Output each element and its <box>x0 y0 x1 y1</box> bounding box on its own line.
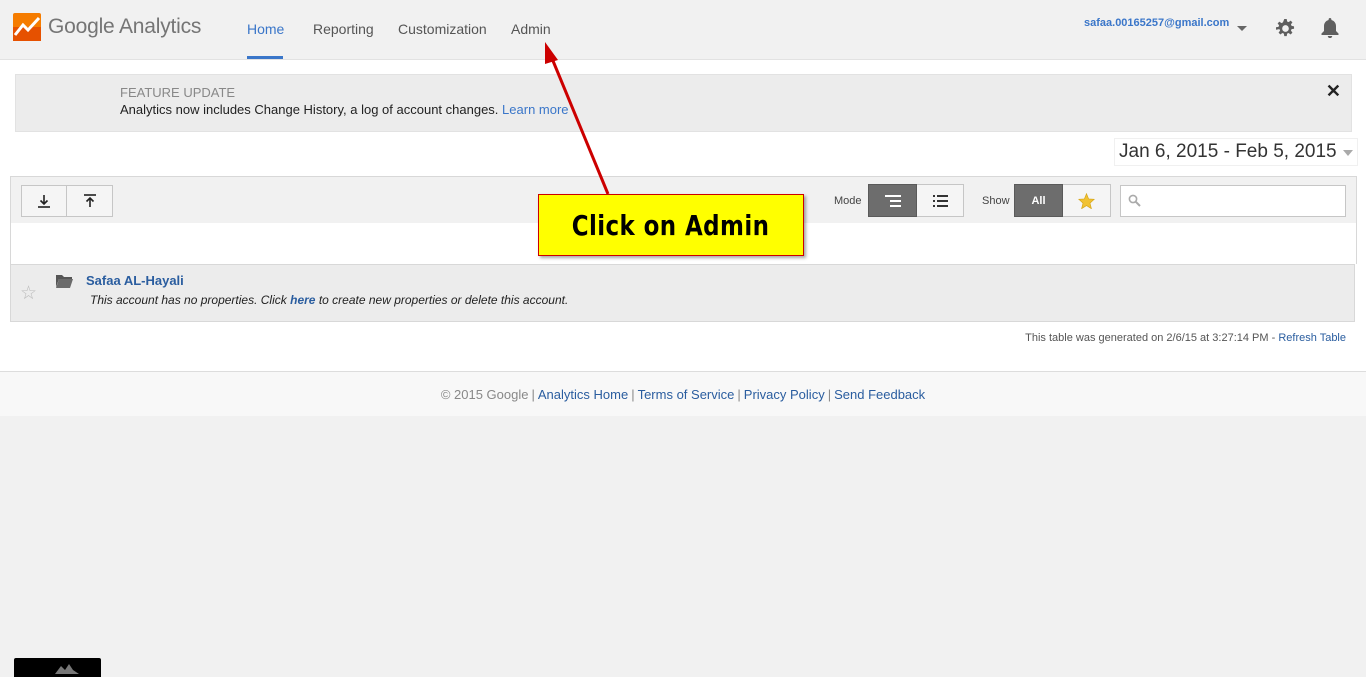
account-row[interactable]: ☆ Safaa AL-Hayali This account has no pr… <box>10 264 1355 322</box>
upload-icon <box>83 194 96 207</box>
star-icon <box>1078 192 1095 209</box>
notifications-bell-icon[interactable] <box>1321 18 1339 43</box>
search-icon <box>1128 194 1141 207</box>
mode-toggle <box>868 184 964 217</box>
star-outline-icon[interactable]: ☆ <box>20 282 37 305</box>
download-icon <box>38 195 50 208</box>
banner-kicker: FEATURE UPDATE <box>120 85 236 100</box>
search-input[interactable] <box>1147 190 1341 214</box>
account-desc-after: to create new properties or delete this … <box>318 293 569 307</box>
annotation-text: Click on Admin <box>572 208 770 242</box>
search-box[interactable] <box>1120 185 1346 217</box>
show-label: Show <box>982 195 1010 207</box>
account-desc-before: This account has no properties. Click <box>90 293 287 307</box>
mode-list-button[interactable] <box>917 184 964 217</box>
table-generated-note: This table was generated on 2/6/15 at 3:… <box>1025 332 1346 344</box>
footer-privacy-link[interactable]: Privacy Policy <box>744 387 825 402</box>
generated-text: This table was generated on 2/6/15 at 3:… <box>1025 332 1276 344</box>
footer: © 2015 Google | Analytics Home | Terms of Se… <box>0 372 1366 416</box>
footer-links: © 2015 Google | Analytics Home | Terms of Se… <box>0 372 1366 402</box>
analytics-logo-icon <box>13 13 41 41</box>
mode-hierarchy-button[interactable] <box>868 184 917 217</box>
taskbar-fragment <box>14 658 101 677</box>
banner-text: Analytics now includes Change History, a… <box>120 102 569 117</box>
footer-separator: | <box>631 387 635 402</box>
google-analytics-logo[interactable]: Google Analytics <box>13 13 201 41</box>
hierarchy-view-icon <box>884 194 901 207</box>
download-button[interactable] <box>21 185 67 217</box>
footer-copyright: © 2015 Google <box>440 387 529 402</box>
learn-more-link[interactable]: Learn more <box>502 102 568 117</box>
close-icon[interactable]: ✕ <box>1326 81 1341 102</box>
footer-terms-link[interactable]: Terms of Service <box>638 387 735 402</box>
list-view-icon <box>932 194 948 207</box>
chevron-down-icon <box>1342 150 1353 156</box>
upload-button[interactable] <box>67 185 113 217</box>
nav-customization[interactable]: Customization <box>398 21 487 59</box>
date-range-picker[interactable]: Jan 6, 2015 - Feb 5, 2015 <box>1114 138 1358 166</box>
logo-text: Google Analytics <box>48 15 202 38</box>
folder-icon <box>56 274 73 293</box>
show-filter-toggle: All <box>1014 184 1111 217</box>
nav-reporting[interactable]: Reporting <box>313 21 374 59</box>
mode-label: Mode <box>834 195 862 207</box>
settings-gear-icon[interactable] <box>1276 19 1295 43</box>
footer-feedback-link[interactable]: Send Feedback <box>834 387 925 402</box>
footer-separator: | <box>737 387 741 402</box>
footer-analytics-home-link[interactable]: Analytics Home <box>538 387 628 402</box>
show-all-button[interactable]: All <box>1014 184 1063 217</box>
show-starred-button[interactable] <box>1063 184 1111 217</box>
account-description: This account has no properties. Click he… <box>90 293 568 307</box>
footer-separator: | <box>531 387 535 402</box>
nav-admin[interactable]: Admin <box>511 21 551 59</box>
account-dropdown-icon[interactable] <box>1237 26 1247 31</box>
account-email[interactable]: safaa.00165257@gmail.com <box>1084 17 1229 29</box>
top-bar: Google Analytics Home Reporting Customiz… <box>0 0 1366 60</box>
footer-separator: | <box>827 387 832 402</box>
date-range-text: Jan 6, 2015 - Feb 5, 2015 <box>1119 141 1337 162</box>
taskbar-icon <box>55 664 79 674</box>
refresh-table-link[interactable]: Refresh Table <box>1278 332 1346 344</box>
feature-update-banner: FEATURE UPDATE Analytics now includes Ch… <box>15 74 1352 132</box>
export-button-group <box>21 185 113 217</box>
account-name-link[interactable]: Safaa AL-Hayali <box>86 273 184 288</box>
annotation-callout: Click on Admin <box>538 194 804 256</box>
banner-message: Analytics now includes Change History, a… <box>120 102 499 117</box>
nav-home[interactable]: Home <box>247 21 284 59</box>
create-properties-link[interactable]: here <box>290 293 315 307</box>
